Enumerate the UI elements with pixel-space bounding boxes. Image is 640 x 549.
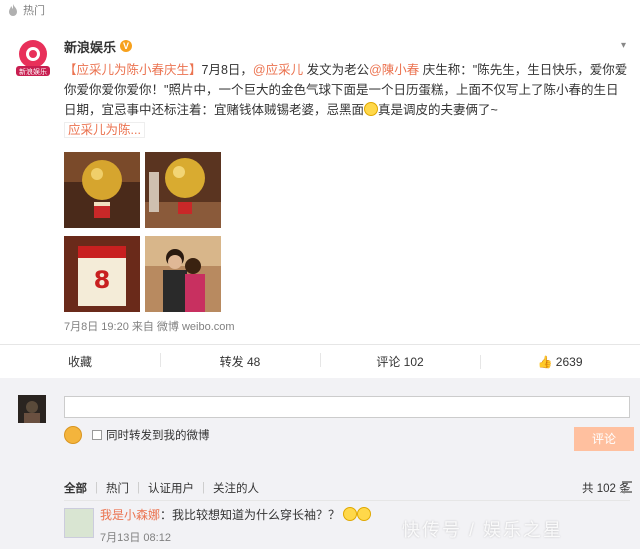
user-avatar[interactable]	[18, 395, 46, 423]
post-text: 【应采儿为陈小春庆生】7月8日，@应采儿 发文为老公@陳小春 庆生称："陈先生，…	[64, 60, 630, 140]
post-text-part: 真是调皮的夫妻俩了~	[378, 103, 498, 117]
comment-filters: 全部 | 热门 | 认证用户 | 关注的人	[64, 480, 630, 496]
comment-label: 评论 102	[376, 355, 424, 369]
photo-thumbnail[interactable]	[145, 152, 221, 228]
mention-yingcaier[interactable]: @应采儿	[253, 63, 303, 77]
comment-time: 7月13日 08:12	[100, 532, 171, 544]
post-username[interactable]: 新浪娱乐	[64, 37, 116, 56]
laugh-emoji-icon	[364, 102, 379, 116]
chevron-down-icon[interactable]: ▾	[621, 40, 626, 51]
divider	[64, 500, 630, 501]
post-meta: 7月8日 19:20 来自 微博 weibo.com	[64, 321, 235, 333]
action-bar: 收藏 转发 48 评论 102 👍 2639	[0, 344, 640, 378]
emoji-smile-icon[interactable]	[64, 426, 82, 444]
submit-comment-button[interactable]: 评论	[574, 427, 634, 451]
svg-text:8: 8	[94, 266, 111, 294]
commenter-avatar[interactable]	[64, 508, 94, 538]
filter-icon[interactable]	[622, 481, 632, 493]
verified-icon: V	[120, 40, 133, 52]
commenter-name[interactable]: 我是小森娜	[100, 508, 160, 522]
svg-text:新浪娱乐: 新浪娱乐	[19, 67, 47, 76]
photo-thumbnail[interactable]: 8	[64, 236, 140, 312]
watermark: 快传号 / 娱乐之星	[402, 520, 564, 540]
thumbs-up-icon: 👍	[537, 354, 553, 369]
favorite-button[interactable]: 收藏	[0, 353, 160, 370]
repost-checkbox[interactable]	[92, 430, 102, 440]
mention-chenxiaochun[interactable]: @陳小春	[369, 63, 419, 77]
hot-label: 热门	[23, 5, 45, 17]
favorite-label: 收藏	[67, 355, 92, 369]
sina-ent-avatar[interactable]: 新浪娱乐	[12, 38, 54, 80]
comment-text: ：我比较想知道为什么穿长袖？？	[160, 508, 341, 522]
hot-header: 热门	[0, 0, 640, 20]
repost-label: 转发 48	[219, 355, 261, 369]
topic-link[interactable]: 应采儿为陈...	[64, 122, 145, 138]
filter-following[interactable]: 关注的人	[205, 480, 267, 496]
fire-icon	[9, 4, 17, 16]
repost-button[interactable]: 转发 48	[160, 353, 320, 370]
photo-thumbnail[interactable]	[145, 236, 221, 312]
comment-body: 我是小森娜：我比较想知道为什么穿长袖？？	[100, 506, 372, 523]
post-tag[interactable]: 【应采儿为陈小春庆生】	[64, 63, 202, 77]
filter-verified[interactable]: 认证用户	[140, 480, 202, 496]
comment-button[interactable]: 评论 102	[320, 353, 480, 370]
repost-checkbox-label: 同时转发到我的微博	[106, 430, 210, 442]
filter-all[interactable]: 全部	[64, 480, 95, 496]
like-count: 2639	[555, 354, 583, 369]
post-text-part: 发文为老公	[303, 63, 370, 77]
like-button[interactable]: 👍 2639	[480, 354, 640, 369]
post-text-part: 7月8日，	[201, 63, 253, 77]
grin-emoji-icon	[343, 507, 358, 521]
filter-hot[interactable]: 热门	[98, 480, 137, 496]
grin-emoji-icon	[357, 507, 372, 521]
comment-input[interactable]	[64, 396, 630, 418]
photo-thumbnail[interactable]	[64, 152, 140, 228]
